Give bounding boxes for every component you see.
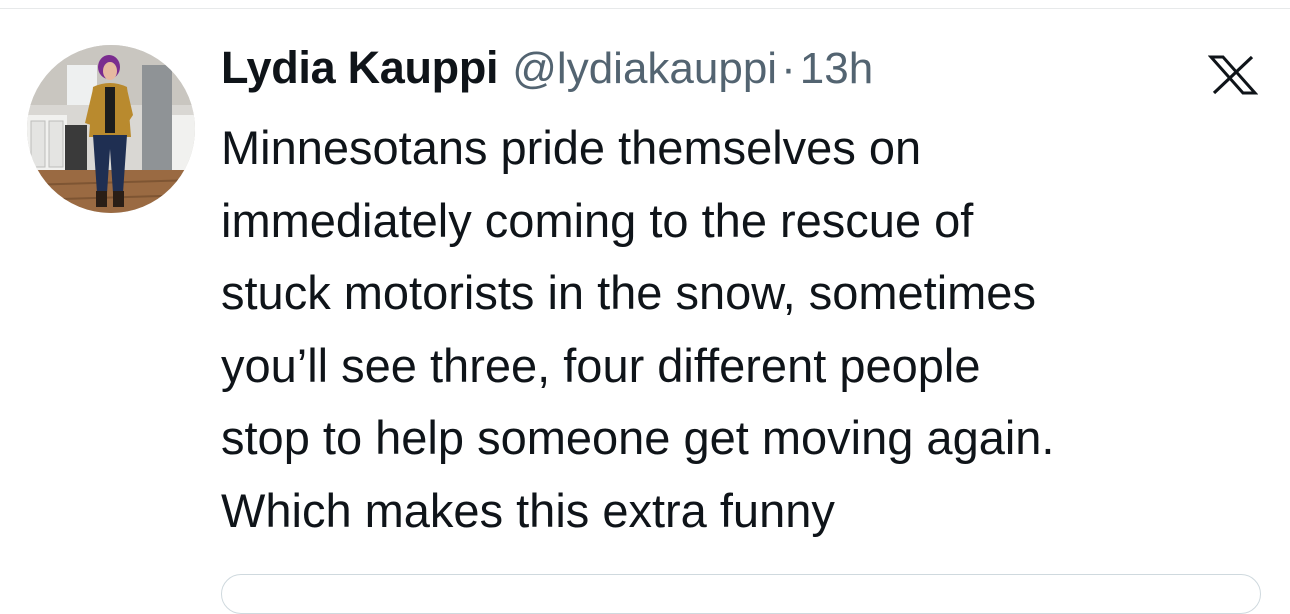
tweet-text-line: you’ll see three, four different people [221,338,981,392]
media-card[interactable] [221,574,1261,614]
profile-photo [27,45,195,213]
author-display-name[interactable]: Lydia Kauppi [221,42,499,94]
tweet-header: Lydia Kauppi @lydiakauppi · 13h [221,42,873,102]
tweet-text-line: stuck motorists in the snow, sometimes [221,266,1036,319]
tweet-timestamp[interactable]: 13h [800,44,873,94]
tweet-text: Minnesotans pride themselves on immediat… [221,112,1281,547]
separator-dot: · [781,44,796,93]
avatar[interactable] [27,45,195,213]
x-logo-icon[interactable] [1208,55,1258,95]
tweet-text-line: stop to help someone get moving again. [221,411,1055,464]
tweet-text-line: Which makes this extra funny [221,483,835,537]
tweet-text-line: Minnesotans pride themselves on [221,121,922,174]
tweet-text-line: immediately coming to the rescue of [221,193,974,247]
top-divider [0,8,1290,9]
author-handle[interactable]: @lydiakauppi [512,44,777,94]
